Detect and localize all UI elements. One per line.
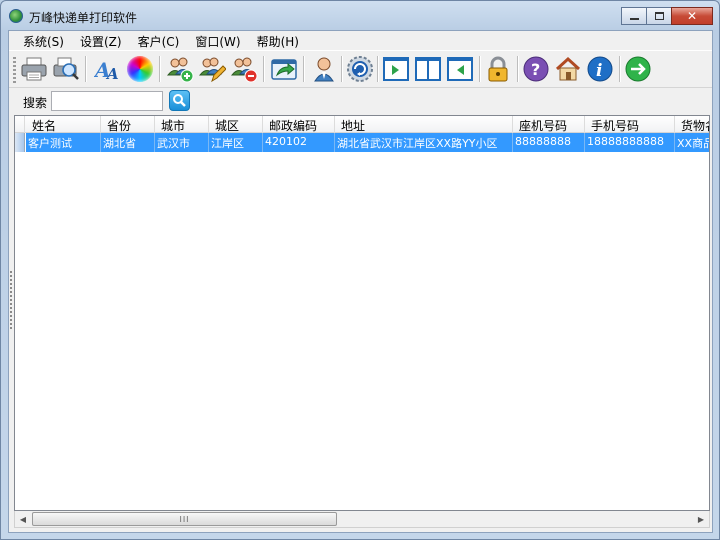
search-button[interactable]	[169, 90, 190, 111]
color-wheel-icon	[127, 56, 153, 82]
print-preview-button[interactable]	[51, 54, 81, 84]
add-user-icon	[166, 57, 194, 83]
cell-landline[interactable]: 88888888	[513, 133, 585, 152]
cell-goods[interactable]: XX商品	[675, 133, 709, 152]
user-icon	[314, 57, 334, 82]
cell-mobile[interactable]: 18888888888	[585, 133, 675, 152]
scroll-left-arrow-icon[interactable]: ◀	[15, 511, 31, 527]
delete-user-icon	[230, 57, 258, 83]
export-icon	[271, 59, 297, 80]
svg-text:i: i	[596, 61, 602, 81]
column-header-province[interactable]: 省份	[101, 116, 155, 133]
toolbar: A A ? i	[9, 50, 712, 88]
export-button[interactable]	[269, 54, 299, 84]
search-bar: 搜索	[9, 88, 712, 114]
user-button[interactable]	[309, 54, 339, 84]
column-header-mobile[interactable]: 手机号码	[585, 116, 675, 133]
lock-icon	[488, 56, 508, 82]
font-icon: A A	[94, 58, 119, 83]
cell-postcode[interactable]: 420102	[263, 133, 335, 152]
sync-button[interactable]	[345, 54, 375, 84]
sync-gear-icon	[347, 56, 373, 82]
column-header-landline[interactable]: 座机号码	[513, 116, 585, 133]
column-header-city[interactable]: 城市	[155, 116, 209, 133]
menu-settings[interactable]: 设置(Z)	[72, 31, 130, 50]
close-button[interactable]: ✕	[671, 7, 713, 25]
print-preview-icon	[53, 57, 79, 80]
info-icon: i	[587, 56, 613, 82]
layout-split-button[interactable]	[413, 54, 443, 84]
svg-text:?: ?	[531, 60, 540, 79]
search-icon	[173, 94, 186, 107]
client-area: 系统(S) 设置(Z) 客户(C) 窗口(W) 帮助(H) A A ? i 搜索…	[8, 30, 713, 533]
column-header-district[interactable]: 城区	[209, 116, 263, 133]
table-header: 姓名 省份 城市 城区 邮政编码 地址 座机号码 手机号码 货物名	[15, 116, 709, 133]
column-header-name[interactable]: 姓名	[26, 116, 101, 133]
splitter-grip[interactable]	[10, 271, 12, 331]
scrollbar-grip: III	[179, 514, 190, 524]
row-selector[interactable]	[15, 133, 25, 152]
cell-district[interactable]: 江岸区	[209, 133, 263, 152]
maximize-icon	[654, 12, 664, 20]
app-logo-icon	[9, 9, 23, 23]
close-icon: ✕	[686, 9, 698, 23]
menu-bar: 系统(S) 设置(Z) 客户(C) 窗口(W) 帮助(H)	[9, 31, 712, 50]
column-header-goods[interactable]: 货物名	[675, 116, 709, 133]
info-button[interactable]: i	[585, 54, 615, 84]
cell-address[interactable]: 湖北省武汉市江岸区XX路YY小区	[335, 133, 513, 152]
cell-city[interactable]: 武汉市	[155, 133, 209, 152]
edit-customer-button[interactable]	[197, 54, 227, 84]
scrollbar-thumb[interactable]: III	[32, 512, 337, 526]
menu-help[interactable]: 帮助(H)	[249, 31, 307, 50]
layout-right-button[interactable]	[445, 54, 475, 84]
go-button[interactable]	[623, 54, 653, 84]
cell-name[interactable]: 客户测试	[26, 133, 101, 152]
panel-split-icon	[415, 57, 441, 81]
svg-text:A: A	[105, 65, 119, 83]
column-header-address[interactable]: 地址	[335, 116, 513, 133]
panel-right-icon	[447, 57, 473, 81]
scroll-right-arrow-icon[interactable]: ▶	[693, 511, 709, 527]
menu-system[interactable]: 系统(S)	[15, 31, 72, 50]
color-button[interactable]	[125, 54, 155, 84]
table-row[interactable]: 客户测试 湖北省 武汉市 江岸区 420102 湖北省武汉市江岸区XX路YY小区…	[15, 133, 709, 152]
layout-left-button[interactable]	[381, 54, 411, 84]
printer-icon	[21, 57, 47, 81]
font-button[interactable]: A A	[93, 54, 123, 84]
delete-customer-button[interactable]	[229, 54, 259, 84]
title-bar[interactable]: 万峰快递单打印软件 ✕	[1, 1, 719, 31]
search-label: 搜索	[23, 96, 48, 110]
minimize-icon	[629, 18, 639, 20]
print-button[interactable]	[19, 54, 49, 84]
minimize-button[interactable]	[621, 7, 647, 25]
menu-customer[interactable]: 客户(C)	[130, 31, 188, 50]
help-button[interactable]: ?	[521, 54, 551, 84]
toolbar-grip[interactable]	[13, 57, 16, 83]
maximize-button[interactable]	[646, 7, 672, 25]
home-button[interactable]	[553, 54, 583, 84]
question-icon: ?	[523, 56, 549, 82]
menu-window[interactable]: 窗口(W)	[187, 31, 248, 50]
arrow-right-icon	[625, 56, 651, 82]
search-input[interactable]	[51, 91, 163, 111]
edit-user-icon	[198, 57, 226, 83]
lock-button[interactable]	[483, 54, 513, 84]
panel-left-icon	[383, 57, 409, 81]
cell-province[interactable]: 湖北省	[101, 133, 155, 152]
column-header-postcode[interactable]: 邮政编码	[263, 116, 335, 133]
customer-table[interactable]: 姓名 省份 城市 城区 邮政编码 地址 座机号码 手机号码 货物名 客户测试 湖…	[14, 115, 710, 511]
window-title: 万峰快递单打印软件	[29, 11, 138, 25]
home-icon	[555, 56, 581, 81]
add-customer-button[interactable]	[165, 54, 195, 84]
app-window: 万峰快递单打印软件 ✕ 系统(S) 设置(Z) 客户(C) 窗口(W) 帮助(H…	[0, 0, 720, 540]
horizontal-scrollbar[interactable]: ◀ III ▶	[14, 511, 710, 528]
